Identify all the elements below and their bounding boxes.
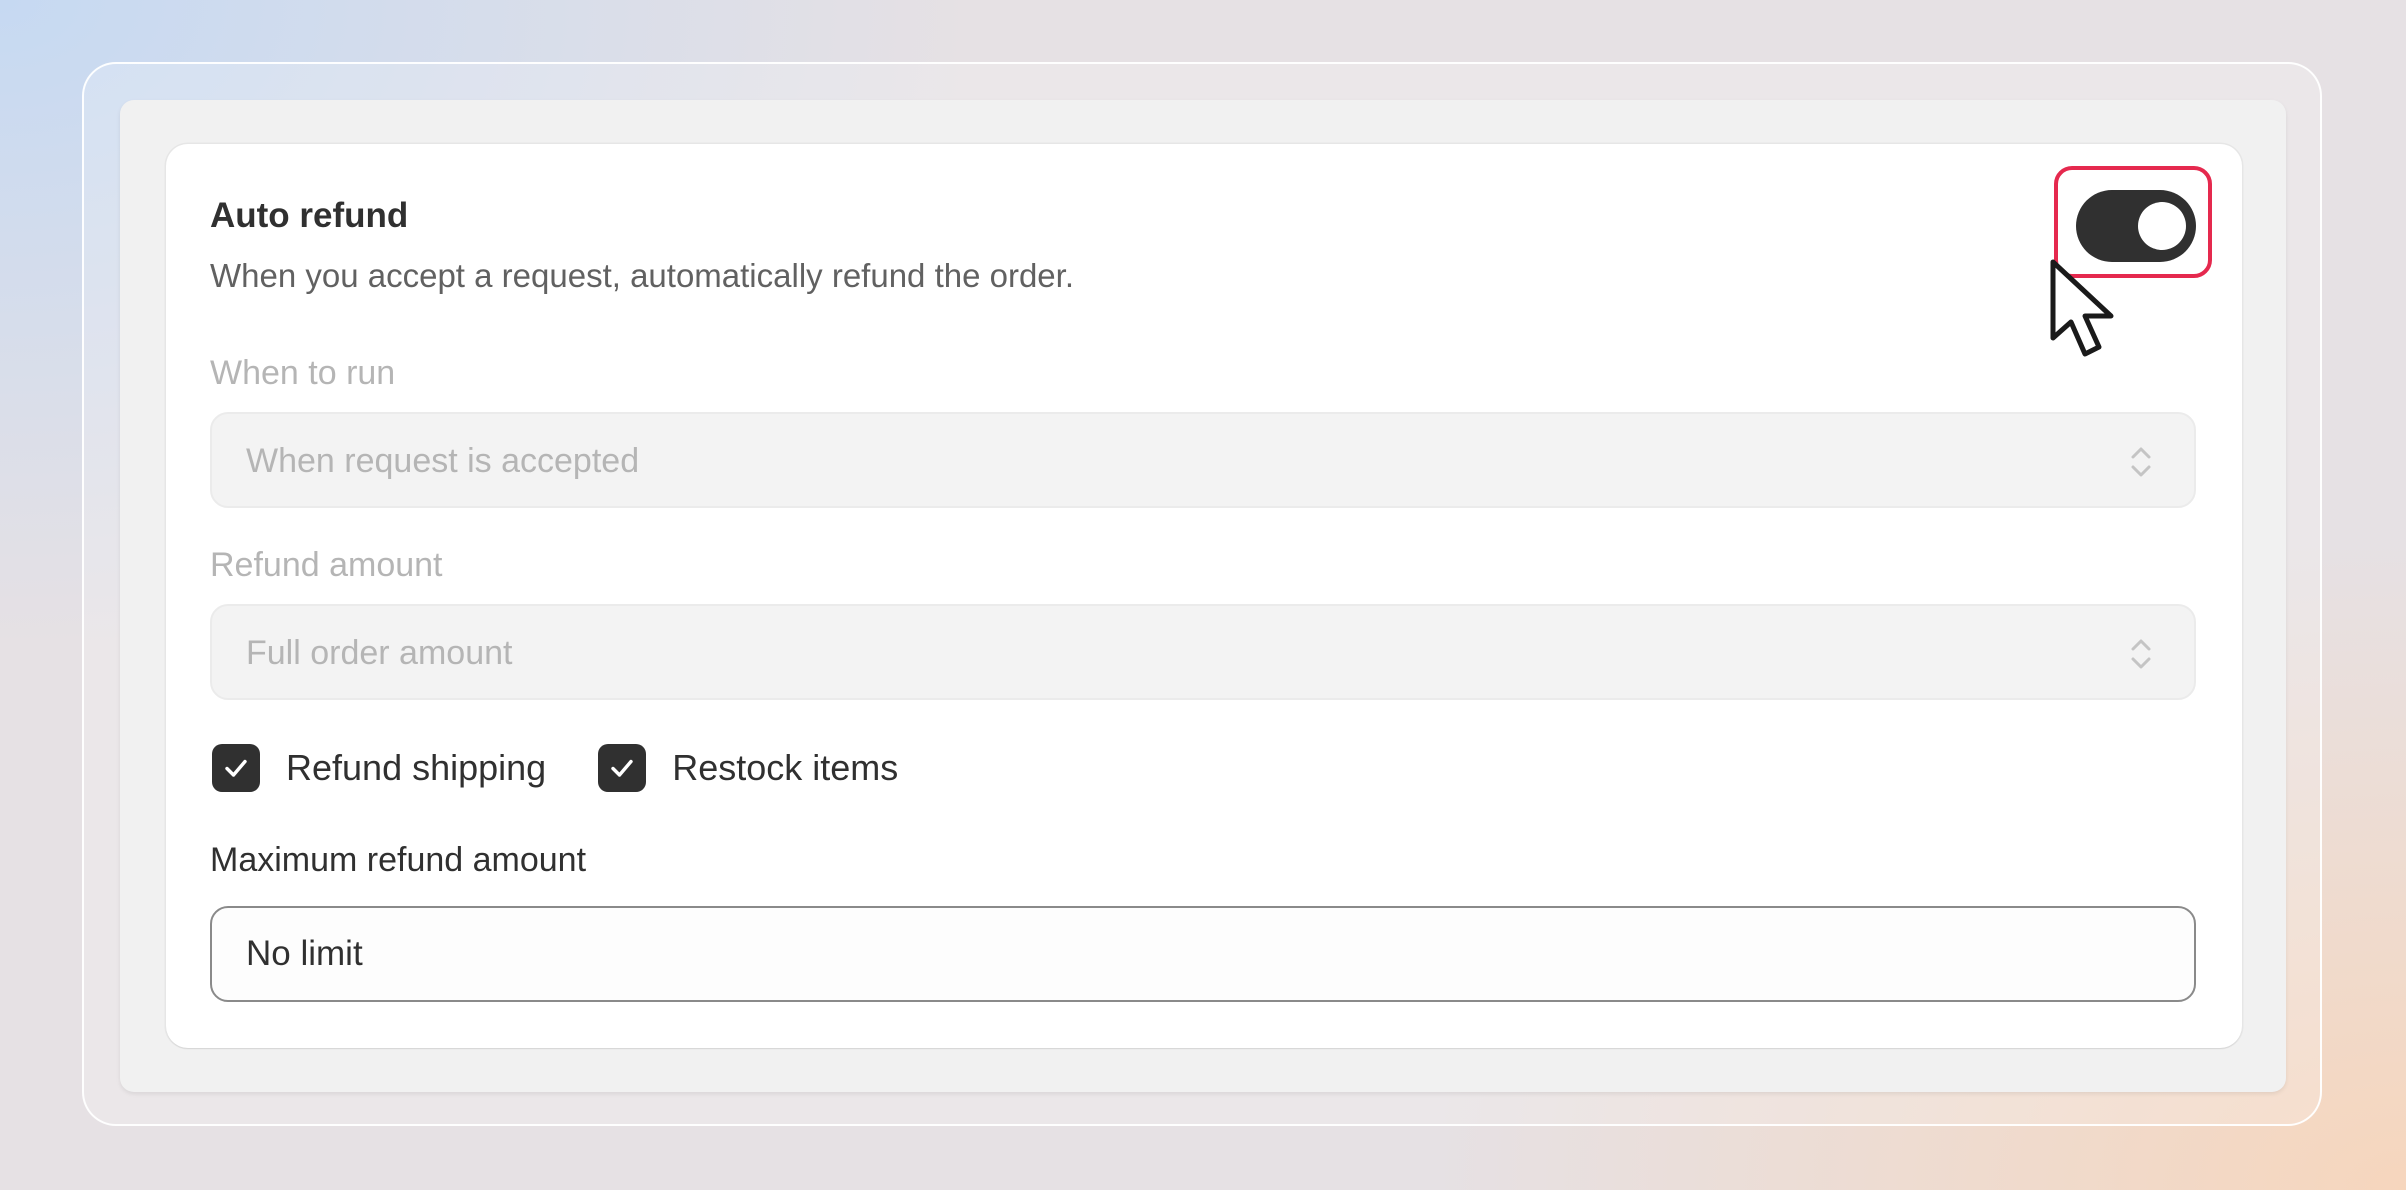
auto-refund-card: Auto refund When you accept a request, a…: [166, 144, 2242, 1048]
auto-refund-description: When you accept a request, automatically…: [210, 257, 1074, 294]
when-to-run-value: When request is accepted: [246, 442, 640, 480]
checkmark-icon: [611, 759, 633, 777]
chevron-up-down-icon: [2131, 447, 2151, 477]
checkbox-checked[interactable]: [212, 744, 260, 792]
refund-amount-value: Full order amount: [246, 634, 513, 672]
restock-items-label: Restock items: [672, 747, 899, 788]
when-to-run-select[interactable]: When request is accepted: [210, 412, 2196, 508]
toggle-knob: [2138, 202, 2186, 250]
checkmark-icon: [225, 759, 247, 777]
auto-refund-toggle[interactable]: [2076, 190, 2196, 262]
mouse-pointer-icon: [2050, 259, 2114, 357]
max-refund-input[interactable]: [210, 906, 2196, 1002]
refund-shipping-checkbox[interactable]: Refund shipping: [212, 744, 546, 792]
max-refund-label: Maximum refund amount: [210, 841, 587, 879]
chevron-up-down-icon: [2131, 639, 2151, 669]
auto-refund-title: Auto refund: [210, 196, 409, 235]
refund-amount-select[interactable]: Full order amount: [210, 604, 2196, 700]
checkbox-checked[interactable]: [598, 744, 647, 792]
refund-shipping-label: Refund shipping: [286, 747, 547, 788]
when-to-run-label: When to run: [210, 354, 396, 392]
restock-items-checkbox[interactable]: Restock items: [598, 744, 898, 792]
refund-amount-label: Refund amount: [210, 546, 443, 584]
refund-options: Refund shipping Restock items: [212, 742, 950, 794]
